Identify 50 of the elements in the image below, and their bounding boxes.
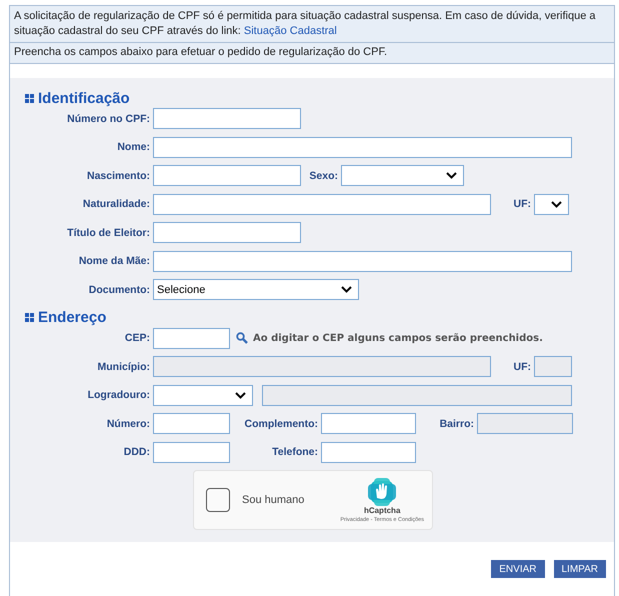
input-field[interactable] xyxy=(321,413,416,434)
field-label: Nome: xyxy=(117,141,150,153)
field-label: Número: xyxy=(106,418,150,430)
input-field[interactable] xyxy=(321,442,416,462)
notice-text: A solicitação de regularização de CPF só é permitida para situação cadastral suspensa. Em caso de dúvida, verifique a situação cadastral do seu CPF através do link: Situação Cadastral xyxy=(14,10,596,37)
instructions-text: Preencha os campos abaixo para efetuar o pedido de regularização do CPF. xyxy=(14,46,388,58)
field-label: Documento: xyxy=(88,284,150,296)
input-field[interactable] xyxy=(153,222,301,243)
field-label: Nascimento: xyxy=(86,170,150,182)
caret-icon xyxy=(446,172,457,179)
field-label: Complemento: xyxy=(244,418,318,430)
submit-button[interactable]: ENVIAR xyxy=(491,560,544,578)
input-field[interactable] xyxy=(153,442,230,462)
section-title: Identificação xyxy=(38,90,130,106)
field-label: Naturalidade: xyxy=(82,198,150,210)
field-label: Nome da Mãe: xyxy=(78,255,150,267)
clear-button[interactable]: LIMPAR xyxy=(554,560,606,578)
grid-icon xyxy=(25,94,34,102)
field-label: CEP: xyxy=(124,332,150,344)
dropdown[interactable] xyxy=(534,194,569,214)
input-field[interactable] xyxy=(153,328,230,348)
hand-logo-icon xyxy=(368,478,396,506)
field-label: Bairro: xyxy=(440,418,474,430)
caret-icon xyxy=(551,200,562,208)
section-title: Endereço xyxy=(38,309,106,326)
captcha-brand: hCaptcha xyxy=(364,506,400,514)
captcha-checkbox[interactable] xyxy=(206,488,230,512)
captcha-label: Sou humano xyxy=(242,494,306,506)
field-label: UF: xyxy=(514,198,531,210)
caret-icon xyxy=(235,392,246,398)
input-field[interactable] xyxy=(153,165,301,186)
field-label: Número no CPF: xyxy=(67,112,150,124)
cep-hint: Ao digitar o CEP alguns campos serão preenchidos. xyxy=(253,332,543,344)
field-label: UF: xyxy=(514,360,531,372)
grid-icon xyxy=(25,313,34,322)
caret-icon xyxy=(341,286,352,293)
input-field[interactable] xyxy=(153,136,572,158)
input-field[interactable] xyxy=(153,250,572,272)
input-field[interactable] xyxy=(153,108,301,129)
dropdown[interactable]: Selecione xyxy=(153,279,359,300)
input-field[interactable] xyxy=(153,413,230,434)
field-label: Logradouro: xyxy=(88,389,150,401)
field-label: DDD: xyxy=(124,446,150,458)
field-label: Sexo: xyxy=(309,170,338,182)
input-field[interactable] xyxy=(153,194,491,214)
field-label: Título de Eleitor: xyxy=(67,226,150,238)
field-label: Telefone: xyxy=(272,446,318,458)
field-label: Município: xyxy=(98,360,150,372)
search-icon[interactable] xyxy=(236,332,248,344)
situacao-cadastral-link[interactable]: Situação Cadastral xyxy=(244,25,337,37)
